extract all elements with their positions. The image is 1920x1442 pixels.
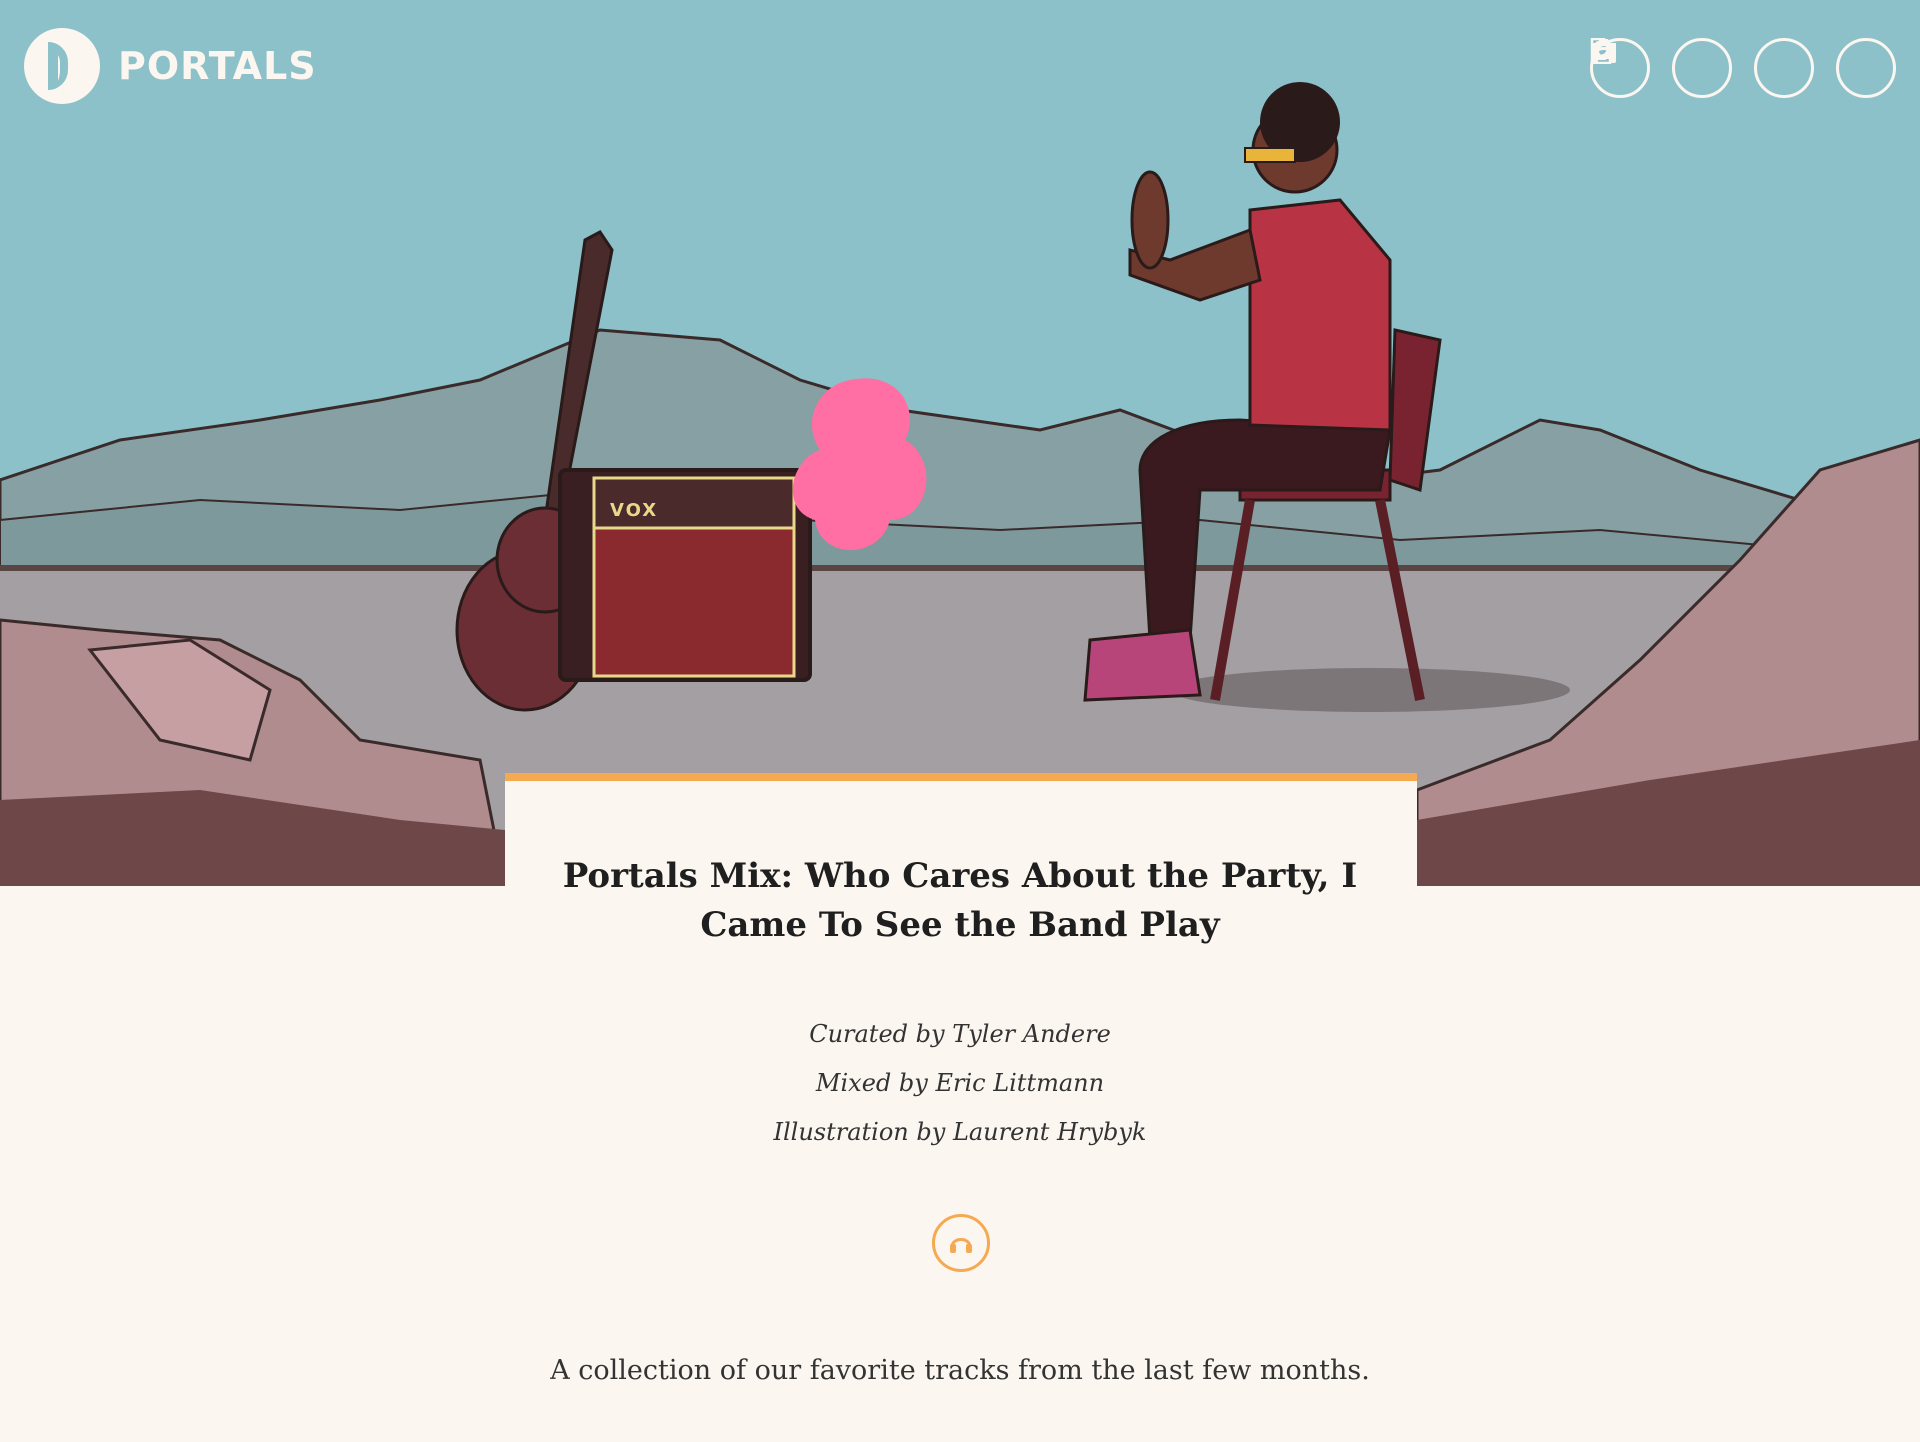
article-credits: Curated by Tyler Andere Mixed by Eric Li… bbox=[560, 1010, 1360, 1157]
search-icon-graphic bbox=[1592, 40, 1615, 63]
headphones-icon[interactable] bbox=[1592, 38, 1814, 98]
credit-mixer: Mixed by Eric Littmann bbox=[815, 1069, 1105, 1097]
hero-illustration: VOX PORTALS bbox=[0, 0, 1920, 886]
header-nav bbox=[1590, 38, 1896, 98]
portals-logo-icon bbox=[24, 28, 100, 104]
portals-logo[interactable]: PORTALS bbox=[24, 28, 317, 104]
article-title: Portals Mix: Who Cares About the Party, … bbox=[562, 856, 1358, 945]
camera-icon[interactable] bbox=[1592, 38, 1732, 98]
search-icon[interactable] bbox=[1592, 38, 1896, 98]
headphones-icon bbox=[950, 1238, 972, 1253]
illustration-art: VOX bbox=[0, 82, 1920, 886]
brand-name: PORTALS bbox=[118, 44, 317, 88]
credit-illustrator: Illustration by Laurent Hrybyk bbox=[773, 1118, 1147, 1146]
amp-label: VOX bbox=[610, 500, 658, 521]
credit-curator: Curated by Tyler Andere bbox=[809, 1020, 1111, 1048]
article-description: A collection of our favorite tracks from… bbox=[550, 1355, 1370, 1386]
listen-button[interactable] bbox=[932, 1214, 990, 1272]
